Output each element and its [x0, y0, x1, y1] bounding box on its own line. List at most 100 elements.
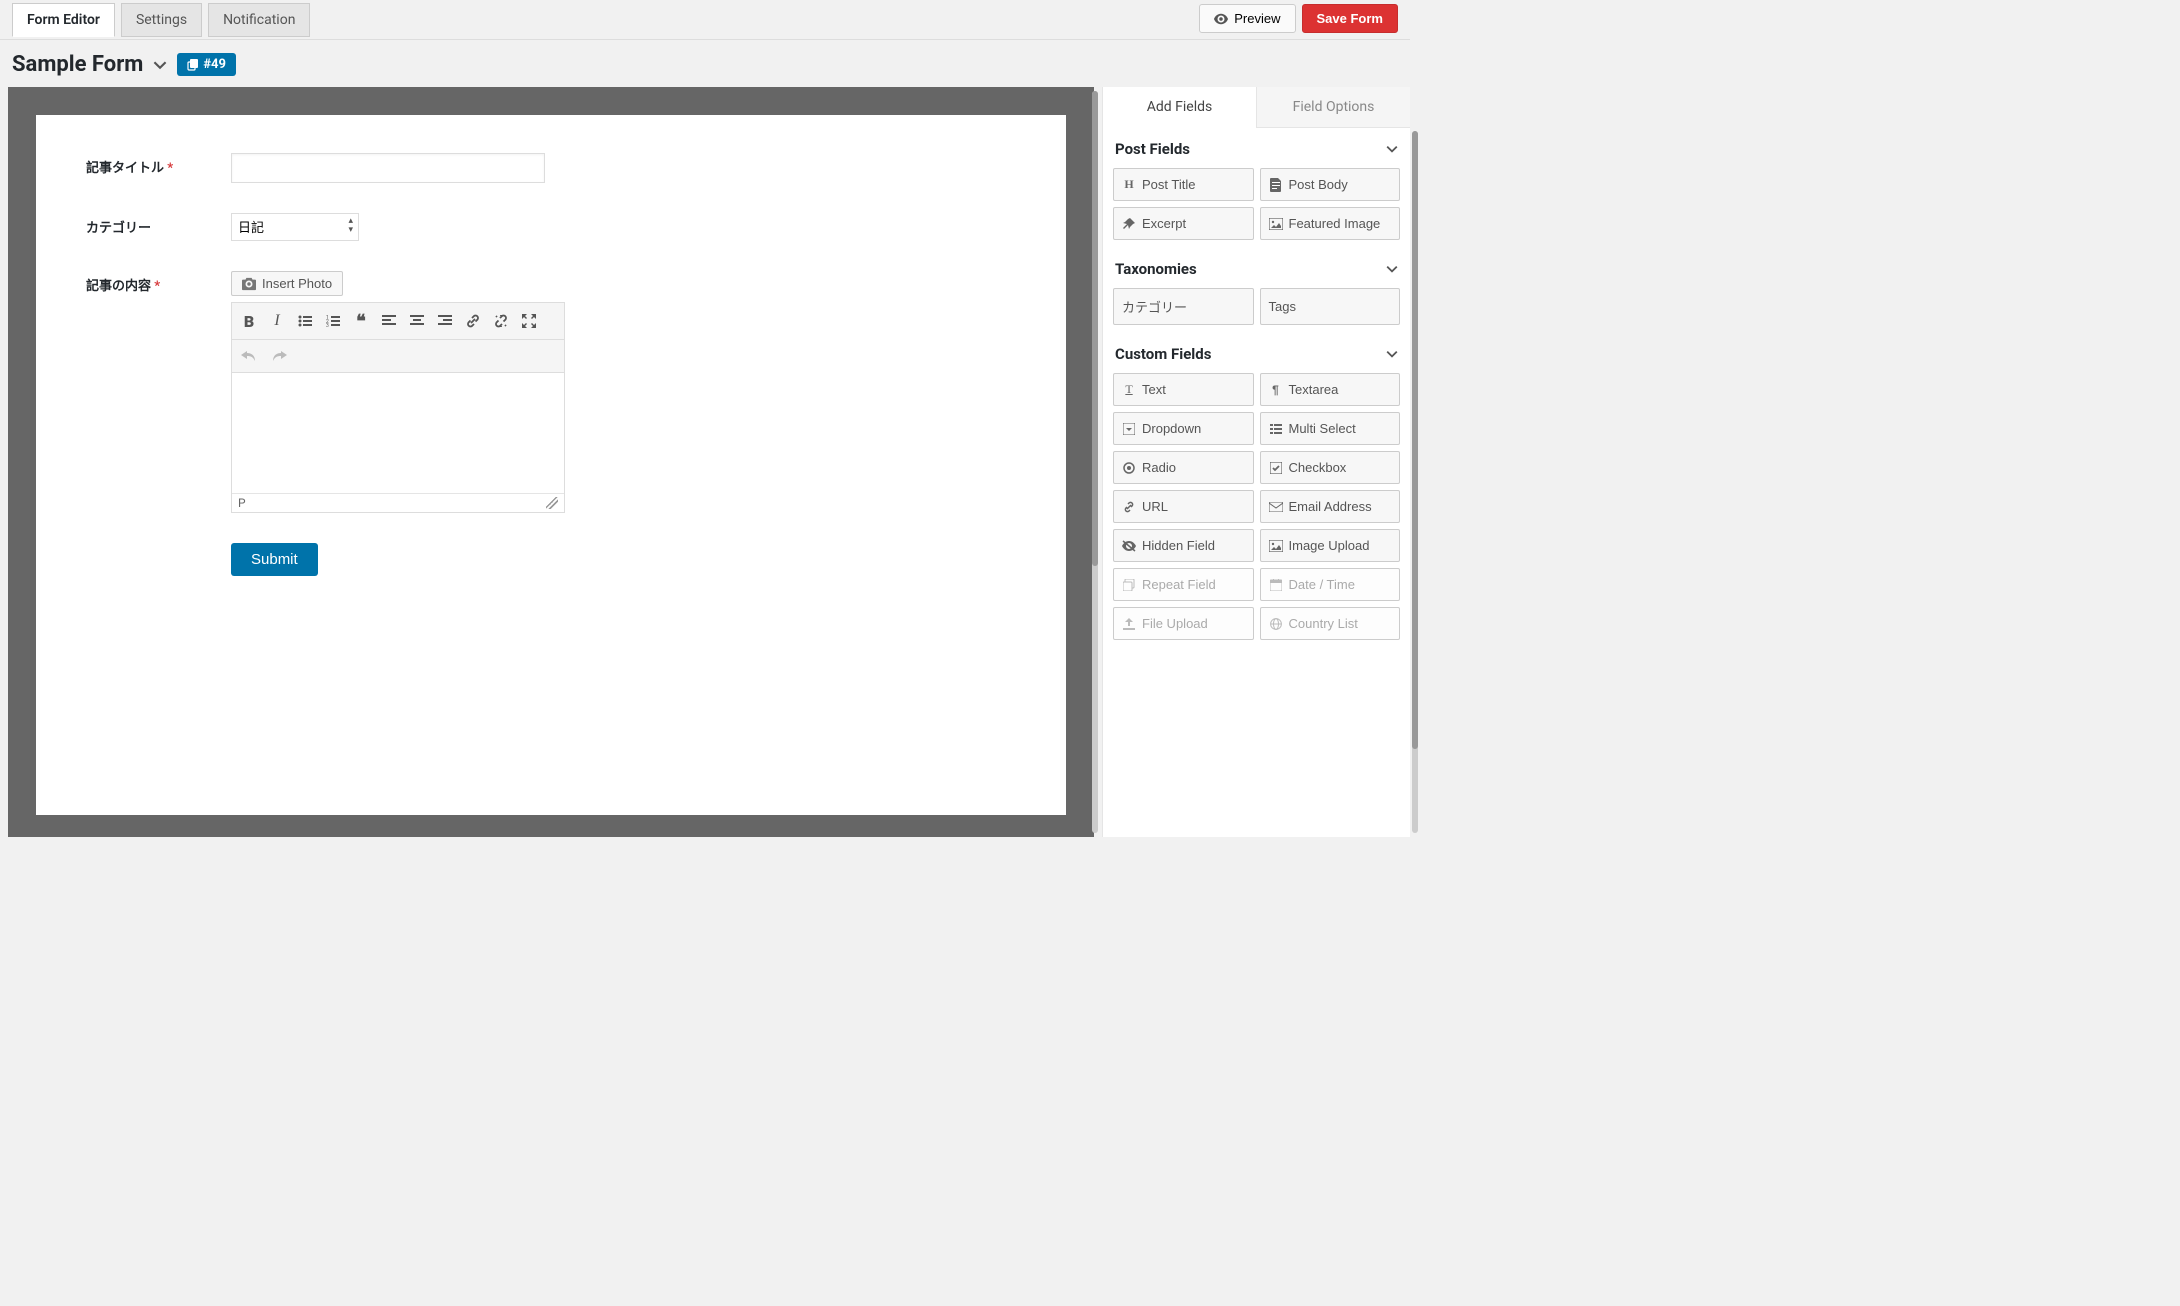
link-button[interactable]	[460, 309, 486, 333]
chevron-down-icon	[1386, 348, 1398, 360]
tab-settings[interactable]: Settings	[121, 3, 202, 37]
fullscreen-button[interactable]	[516, 309, 542, 333]
heading-icon: H	[1122, 178, 1136, 192]
blockquote-button[interactable]: ❝	[348, 309, 374, 333]
required-asterisk: *	[167, 161, 173, 176]
repeat-icon	[1122, 578, 1136, 592]
field-label: 記事の内容 *	[86, 271, 231, 513]
align-left-button[interactable]	[376, 309, 402, 333]
calendar-icon	[1269, 578, 1283, 592]
bold-button[interactable]: B	[236, 309, 262, 333]
sidebar: Add Fields Field Options Post Fields HPo…	[1102, 87, 1410, 837]
preview-button[interactable]: Preview	[1199, 4, 1295, 33]
form-name: Sample Form	[12, 52, 143, 77]
field-hidden[interactable]: Hidden Field	[1113, 529, 1254, 562]
form-id-pill[interactable]: #49	[177, 53, 236, 76]
field-image-upload[interactable]: Image Upload	[1260, 529, 1401, 562]
envelope-icon	[1269, 500, 1283, 514]
editor-toolbar-secondary	[232, 340, 564, 373]
field-post-title: 記事タイトル *	[86, 153, 1016, 183]
field-label: カテゴリー	[86, 213, 231, 241]
submit-button[interactable]: Submit	[231, 543, 318, 576]
copy-icon	[187, 59, 199, 71]
globe-icon	[1269, 617, 1283, 631]
submit-row: Submit	[86, 543, 1016, 576]
list-icon	[1269, 422, 1283, 436]
required-asterisk: *	[154, 279, 160, 294]
main-tabs: Form Editor Settings Notification	[12, 3, 310, 37]
sidebar-body: Post Fields HPost Title Post Body Excerp…	[1103, 128, 1410, 648]
redo-button[interactable]	[266, 344, 292, 368]
form-id-text: #49	[203, 57, 226, 72]
sidebar-tabs: Add Fields Field Options	[1103, 87, 1410, 128]
camera-icon	[242, 277, 256, 291]
save-form-button[interactable]: Save Form	[1302, 4, 1398, 33]
post-fields-grid: HPost Title Post Body Excerpt Featured I…	[1113, 168, 1400, 248]
field-url[interactable]: URL	[1113, 490, 1254, 523]
field-radio[interactable]: Radio	[1113, 451, 1254, 484]
editor-statusbar: P	[232, 493, 564, 512]
document-icon	[1269, 178, 1283, 192]
upload-icon	[1122, 617, 1136, 631]
subheader: Sample Form #49	[0, 40, 1410, 87]
undo-button[interactable]	[236, 344, 262, 368]
editor-textarea[interactable]	[232, 373, 564, 493]
title-input[interactable]	[231, 153, 545, 183]
canvas-outer: 記事タイトル * カテゴリー 日記 ▴▾	[8, 87, 1094, 837]
numbered-list-button[interactable]: 123	[320, 309, 346, 333]
field-post-body[interactable]: Post Body	[1260, 168, 1401, 201]
sidebar-scrollbar[interactable]	[1412, 131, 1418, 833]
field-checkbox[interactable]: Checkbox	[1260, 451, 1401, 484]
field-repeat[interactable]: Repeat Field	[1113, 568, 1254, 601]
radio-icon	[1122, 461, 1136, 475]
canvas-scrollbar[interactable]	[1092, 91, 1098, 833]
resize-grip-icon[interactable]	[546, 497, 558, 509]
sidebar-tab-field-options[interactable]: Field Options	[1256, 87, 1410, 128]
preview-label: Preview	[1234, 11, 1280, 26]
unlink-button[interactable]	[488, 309, 514, 333]
field-featured-image[interactable]: Featured Image	[1260, 207, 1401, 240]
field-category[interactable]: カテゴリー	[1113, 288, 1254, 325]
custom-fields-grid: TText ¶Textarea Dropdown Multi Select Ra…	[1113, 373, 1400, 648]
field-excerpt[interactable]: Excerpt	[1113, 207, 1254, 240]
canvas-wrap: 記事タイトル * カテゴリー 日記 ▴▾	[0, 87, 1102, 837]
image-icon	[1269, 217, 1283, 231]
eye-icon	[1214, 12, 1228, 26]
section-taxonomies[interactable]: Taxonomies	[1113, 248, 1400, 288]
form-name-dropdown[interactable]	[153, 58, 167, 72]
field-multi-select[interactable]: Multi Select	[1260, 412, 1401, 445]
align-center-button[interactable]	[404, 309, 430, 333]
field-file-upload[interactable]: File Upload	[1113, 607, 1254, 640]
tab-notification[interactable]: Notification	[208, 3, 310, 37]
italic-button[interactable]: I	[264, 309, 290, 333]
bullet-list-button[interactable]	[292, 309, 318, 333]
checkbox-icon	[1269, 461, 1283, 475]
field-post-title[interactable]: HPost Title	[1113, 168, 1254, 201]
canvas-scrollbar-thumb[interactable]	[1092, 91, 1098, 566]
section-post-fields[interactable]: Post Fields	[1113, 128, 1400, 168]
chevron-down-icon	[1386, 263, 1398, 275]
sidebar-tab-add-fields[interactable]: Add Fields	[1103, 87, 1256, 128]
align-right-button[interactable]	[432, 309, 458, 333]
insert-photo-button[interactable]: Insert Photo	[231, 271, 343, 296]
dropdown-icon	[1122, 422, 1136, 436]
tab-form-editor[interactable]: Form Editor	[12, 3, 115, 37]
field-dropdown[interactable]: Dropdown	[1113, 412, 1254, 445]
link-icon	[1122, 500, 1136, 514]
field-country-list[interactable]: Country List	[1260, 607, 1401, 640]
rich-text-editor: B I 123 ❝	[231, 302, 565, 513]
category-select[interactable]: 日記	[231, 213, 359, 241]
section-custom-fields[interactable]: Custom Fields	[1113, 333, 1400, 373]
field-email[interactable]: Email Address	[1260, 490, 1401, 523]
sidebar-scrollbar-thumb[interactable]	[1412, 131, 1418, 749]
field-text[interactable]: TText	[1113, 373, 1254, 406]
field-date-time[interactable]: Date / Time	[1260, 568, 1401, 601]
editor-toolbar: B I 123 ❝	[232, 303, 564, 340]
field-tags[interactable]: Tags	[1260, 288, 1401, 325]
image-icon	[1269, 539, 1283, 553]
field-textarea[interactable]: ¶Textarea	[1260, 373, 1401, 406]
form-canvas: 記事タイトル * カテゴリー 日記 ▴▾	[36, 115, 1066, 815]
header-actions: Preview Save Form	[1199, 0, 1398, 39]
field-control: 日記 ▴▾	[231, 213, 545, 241]
field-category: カテゴリー 日記 ▴▾	[86, 213, 1016, 241]
